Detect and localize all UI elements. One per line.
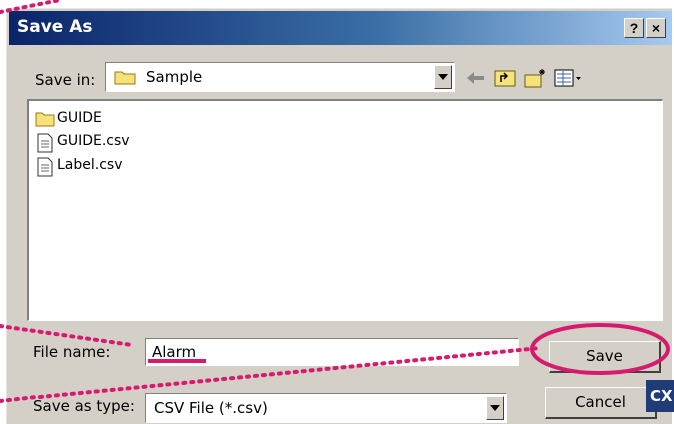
list-item[interactable]: Label.csv bbox=[35, 156, 235, 178]
folder-icon bbox=[35, 112, 55, 127]
cx-badge: CX bbox=[646, 380, 674, 412]
save-button[interactable]: Save bbox=[549, 341, 661, 373]
save-in-dropdown[interactable]: Sample bbox=[105, 62, 455, 92]
save-in-value: Sample bbox=[146, 68, 203, 86]
file-name-input[interactable]: Alarm bbox=[145, 338, 519, 366]
save-as-type-dropdown[interactable]: CSV File (*.csv) bbox=[145, 393, 507, 423]
chevron-down-icon bbox=[490, 405, 500, 411]
list-item[interactable]: GUIDE.csv bbox=[35, 132, 235, 154]
save-as-type-value: CSV File (*.csv) bbox=[154, 399, 268, 417]
save-as-type-dropdown-arrow[interactable] bbox=[486, 396, 504, 420]
up-folder-icon[interactable] bbox=[493, 67, 517, 89]
list-item[interactable]: GUIDE bbox=[35, 109, 235, 131]
file-name: GUIDE.csv bbox=[57, 133, 130, 149]
file-name: Label.csv bbox=[57, 157, 123, 173]
screenshot-stage: Save As ? × Save in: Sample GUIDE GUIDE.… bbox=[0, 0, 674, 424]
file-name: GUIDE bbox=[57, 110, 102, 126]
view-menu-icon[interactable] bbox=[553, 67, 583, 89]
back-arrow-icon[interactable] bbox=[463, 67, 487, 89]
folder-icon bbox=[114, 71, 136, 85]
help-button[interactable]: ? bbox=[624, 18, 644, 38]
dialog-title: Save As bbox=[17, 17, 93, 37]
save-in-dropdown-arrow[interactable] bbox=[434, 65, 452, 89]
save-as-dialog: Save As ? × Save in: Sample GUIDE GUIDE.… bbox=[6, 8, 672, 424]
save-as-type-label: Save as type: bbox=[33, 397, 135, 415]
file-name-label: File name: bbox=[33, 343, 111, 361]
close-button[interactable]: × bbox=[646, 18, 666, 38]
new-folder-icon[interactable] bbox=[523, 67, 547, 89]
save-in-label: Save in: bbox=[35, 71, 96, 89]
csv-file-icon bbox=[37, 157, 53, 177]
csv-file-icon bbox=[37, 133, 53, 153]
file-list[interactable]: GUIDE GUIDE.csv Label.csv bbox=[27, 99, 663, 321]
title-bar[interactable]: Save As ? × bbox=[9, 11, 672, 45]
cancel-button[interactable]: Cancel bbox=[545, 387, 657, 419]
chevron-down-icon bbox=[438, 74, 448, 80]
